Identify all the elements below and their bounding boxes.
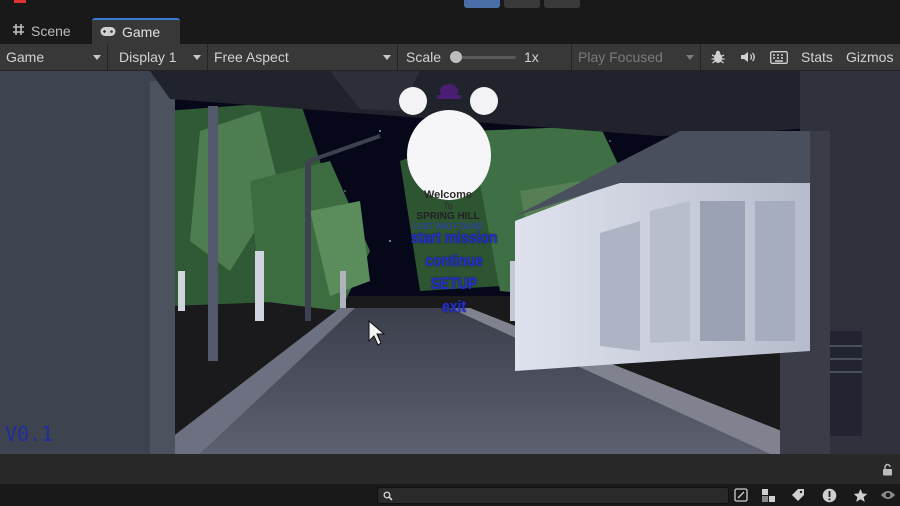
aspect-select-value: Free Aspect	[214, 49, 289, 65]
speaker-icon	[741, 52, 755, 62]
tag-button[interactable]	[788, 485, 808, 505]
play-mode-value: Play Focused	[578, 49, 663, 65]
game-view-toolbar: Game Display 1 Free Aspect Scale 1x Play…	[0, 44, 900, 71]
pause-button[interactable]	[504, 0, 540, 8]
tab-bar: Scene Game	[0, 16, 900, 44]
window-top-strip	[0, 0, 900, 16]
menu-start-mission[interactable]: start mission	[397, 226, 512, 249]
logo-line-3: SPRING HILL	[416, 211, 480, 222]
view-select[interactable]: Game	[0, 44, 108, 70]
stats-button[interactable]: Stats	[796, 44, 842, 70]
display-select[interactable]: Display 1	[113, 44, 208, 70]
chevron-down-icon	[93, 54, 101, 60]
mute-audio-button[interactable]	[733, 44, 763, 70]
search-field[interactable]	[377, 487, 729, 504]
search-icon	[383, 491, 393, 501]
version-label: V0.1	[5, 422, 54, 446]
step-button[interactable]	[544, 0, 580, 8]
main-menu: start mission continue SETUP exit	[397, 226, 512, 318]
scale-slider-handle[interactable]	[450, 51, 462, 63]
chevron-down-icon	[193, 54, 201, 60]
bug-icon	[711, 50, 725, 64]
logo-line-1: Welcome	[423, 189, 473, 201]
lamp-post	[305, 161, 311, 321]
game-view[interactable]: Welcome To SPRING HILL LOST AND FOUND st…	[0, 71, 900, 454]
logo-text: Welcome To SPRING HILL LOST AND FOUND	[404, 189, 492, 231]
eye-icon	[881, 491, 895, 499]
chevron-down-icon	[686, 54, 694, 60]
tab-game[interactable]: Game	[92, 18, 180, 44]
lock-icon[interactable]	[882, 463, 893, 476]
display-select-value: Display 1	[119, 49, 177, 65]
favorite-button[interactable]	[850, 485, 870, 505]
gamepad-icon	[100, 24, 116, 40]
tab-scene[interactable]: Scene	[4, 18, 90, 44]
lamp-post	[208, 106, 218, 361]
info-button[interactable]	[819, 485, 839, 505]
star-icon	[853, 488, 867, 502]
menu-exit[interactable]: exit	[397, 295, 512, 318]
keyboard-icon	[770, 50, 788, 64]
chevron-down-icon	[383, 54, 391, 60]
console-bar	[0, 454, 900, 484]
tab-label: Game	[122, 24, 161, 40]
view-select-value: Game	[6, 49, 45, 65]
tag-icon	[792, 489, 804, 501]
play-button[interactable]	[464, 0, 500, 8]
play-mode-select[interactable]: Play Focused	[571, 44, 701, 70]
tab-label: Scene	[31, 23, 71, 39]
scale-slider-track[interactable]	[456, 56, 516, 59]
aspect-select[interactable]: Free Aspect	[208, 44, 398, 70]
layers-icon	[761, 488, 775, 502]
grid-icon	[12, 23, 25, 39]
menu-continue[interactable]: continue	[397, 249, 512, 272]
scale-value: 1x	[524, 49, 539, 65]
left-pillar	[0, 71, 165, 454]
info-icon	[822, 488, 836, 502]
window-indicator	[14, 0, 26, 3]
visibility-button[interactable]	[878, 485, 898, 505]
layers-button[interactable]	[758, 485, 778, 505]
menu-setup[interactable]: SETUP	[397, 272, 512, 295]
scale-label: Scale	[406, 49, 442, 65]
frame-icon	[734, 488, 748, 502]
gizmos-button[interactable]: Gizmos	[842, 44, 900, 70]
logo-line-2: To	[443, 201, 453, 211]
scene-view-button[interactable]	[731, 485, 751, 505]
keyboard-button[interactable]	[764, 44, 794, 70]
bug-button[interactable]	[703, 44, 733, 70]
